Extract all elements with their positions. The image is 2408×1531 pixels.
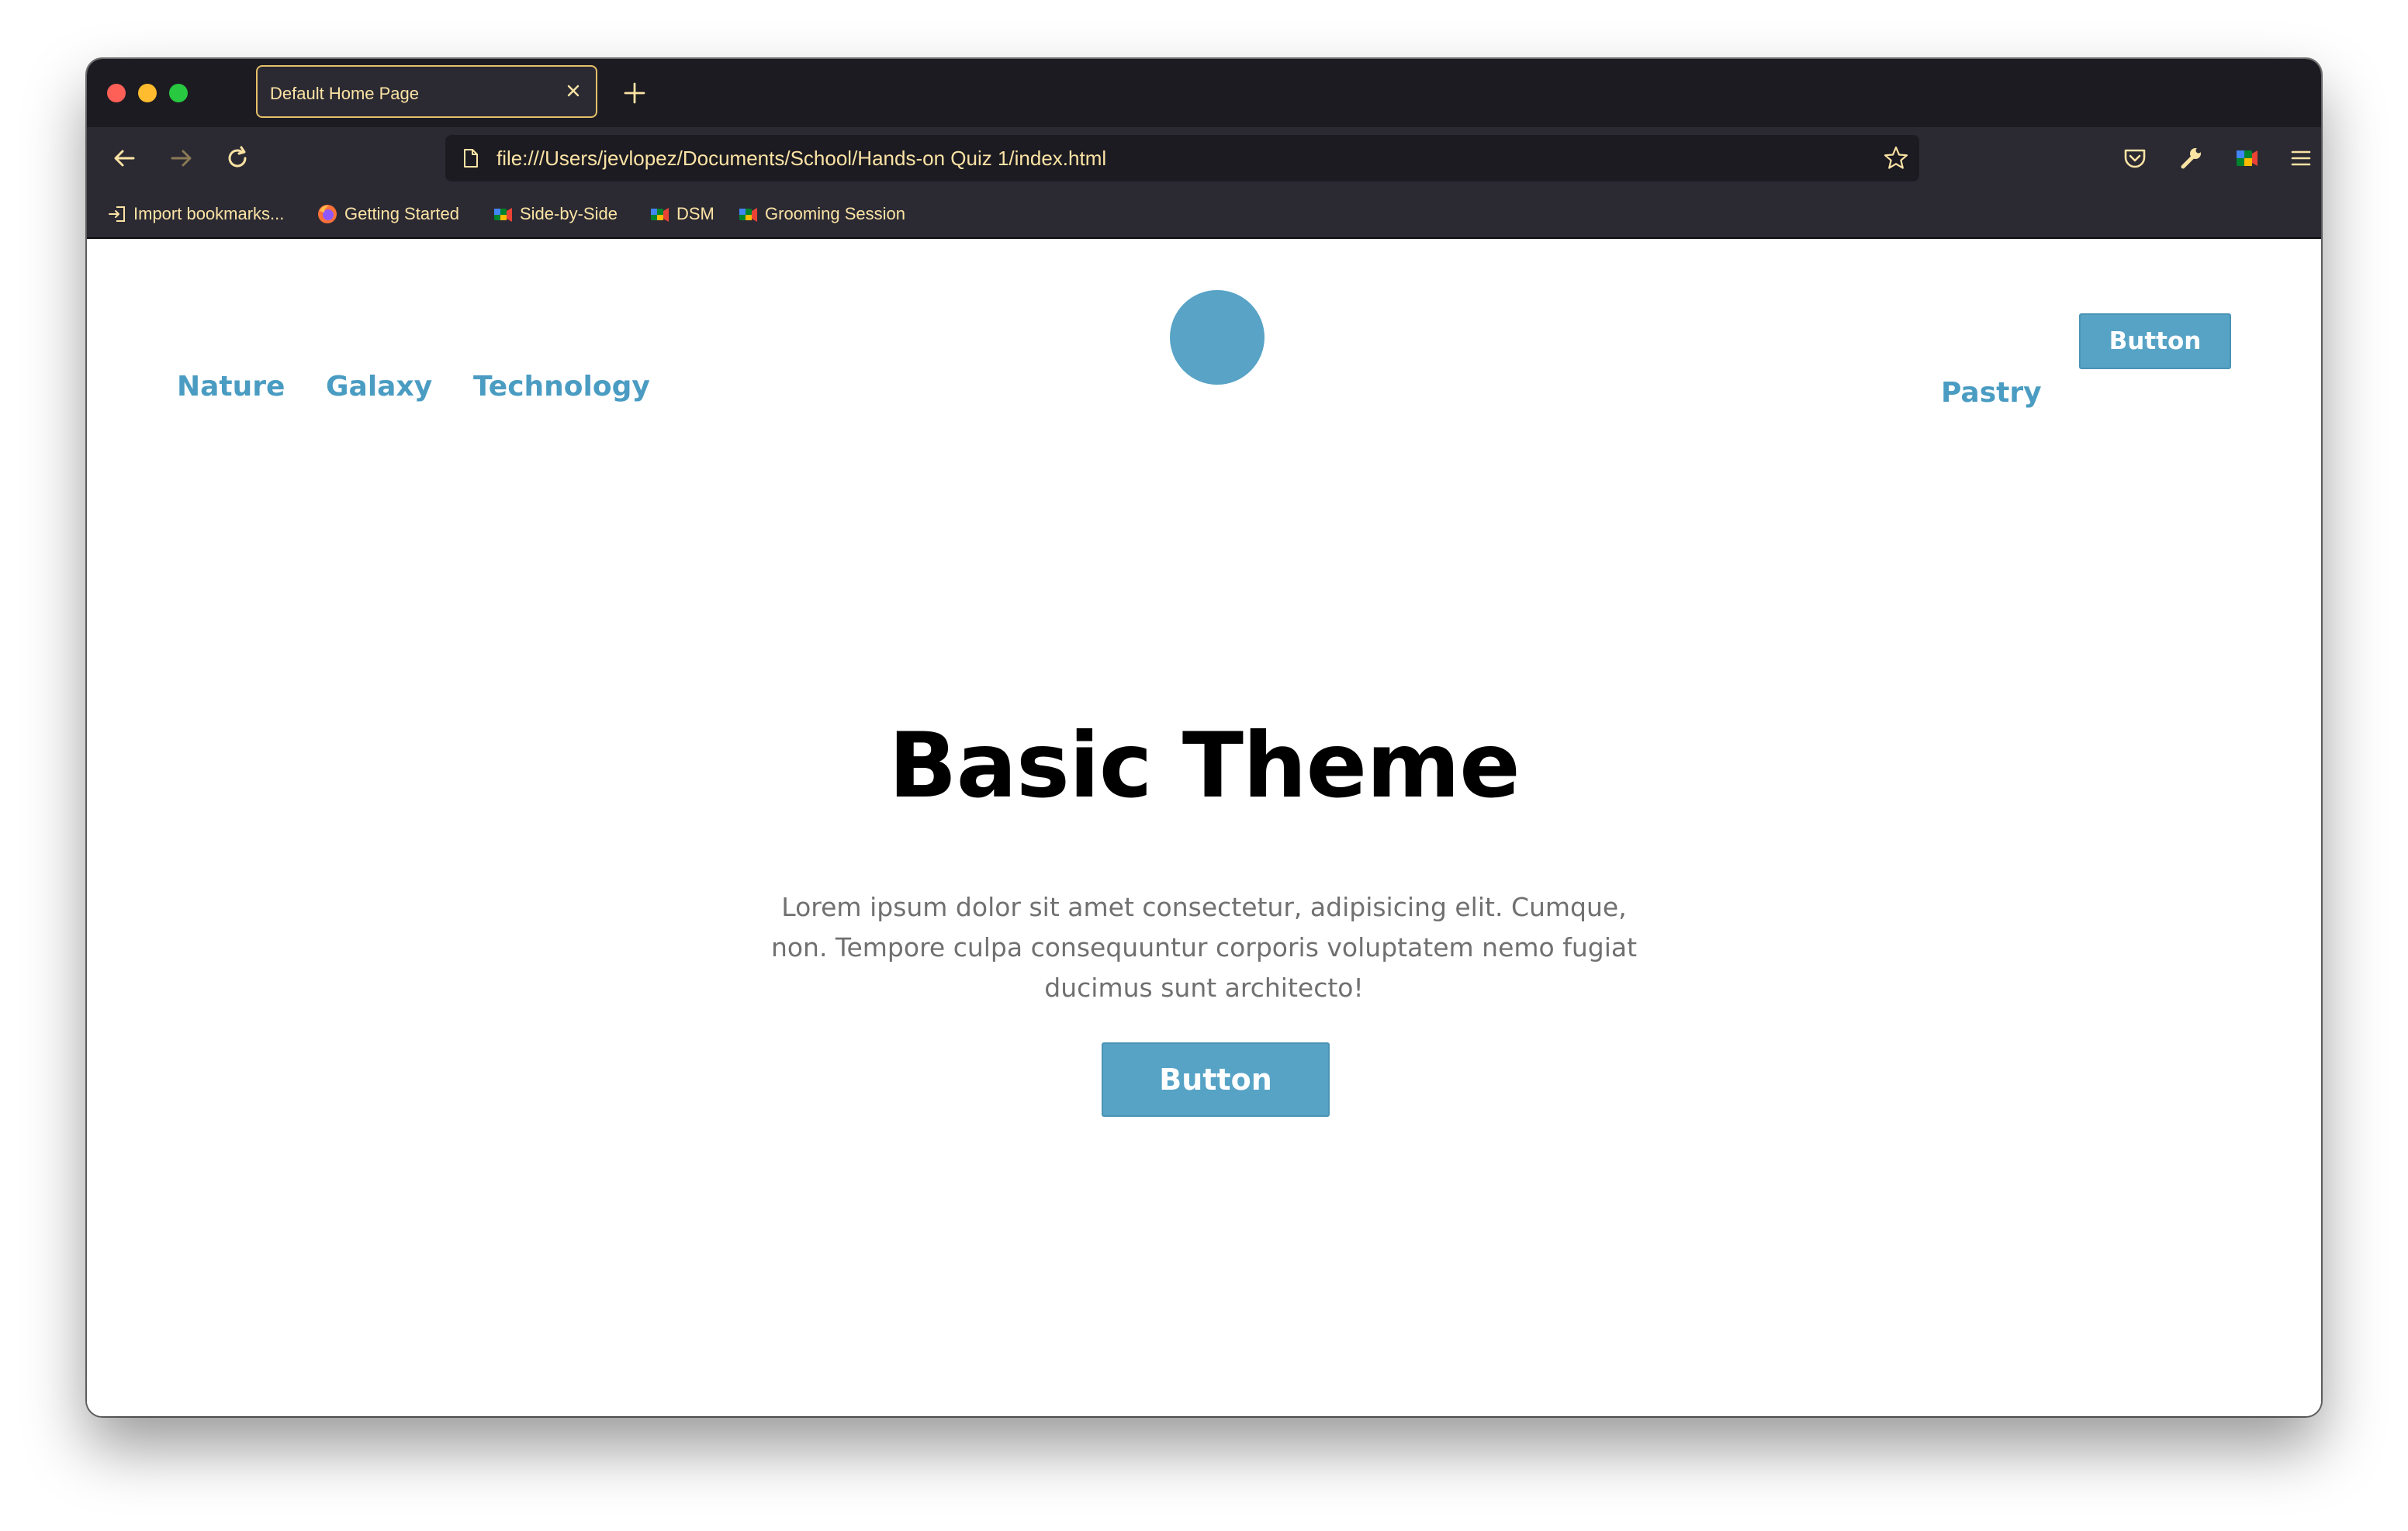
browser-window: Default Home Page file:///Users/jevlopez… [87,59,2321,1416]
bookmark-label: Grooming Session [765,204,905,223]
url-text[interactable]: file:///Users/jevlopez/Documents/School/… [496,147,1106,171]
logo-circle[interactable] [1170,290,1265,385]
bookmark-getting-started[interactable]: Getting Started [317,203,459,225]
bookmark-label: Import bookmarks... [133,204,285,223]
colorful-app-icon [494,208,512,222]
bookmark-label: DSM [676,204,714,223]
nav-link-nature[interactable]: Nature [177,371,285,403]
plus-icon[interactable] [618,76,652,110]
bookmark-dsm[interactable]: DSM [649,203,714,225]
close-window-button[interactable] [107,84,126,102]
navigation-toolbar: file:///Users/jevlopez/Documents/School/… [87,127,2321,189]
bookmark-grooming-session[interactable]: Grooming Session [737,203,905,225]
colorful-app-icon [651,208,669,222]
tab-strip: Default Home Page [87,59,2321,127]
hero-title: Basic Theme [888,714,1521,818]
url-bar[interactable]: file:///Users/jevlopez/Documents/School/… [445,135,1919,181]
colorful-app-icon [739,208,757,222]
extension-app-icon[interactable] [2230,141,2264,175]
forward-arrow-icon[interactable] [164,141,199,175]
minimize-window-button[interactable] [138,84,157,102]
close-icon[interactable] [562,79,585,102]
web-page: Nature Galaxy Technology Pastry Button B… [87,239,2321,1416]
reload-icon[interactable] [220,141,254,175]
tab-default-home-page[interactable]: Default Home Page [256,65,597,118]
screen: Default Home Page file:///Users/jevlopez… [0,0,2408,1531]
hamburger-menu-icon[interactable] [2284,141,2318,175]
page-icon [464,149,478,168]
maximize-window-button[interactable] [169,84,188,102]
nav-link-pastry[interactable]: Pastry [1941,377,2042,409]
nav-link-technology[interactable]: Technology [473,371,650,403]
bookmarks-bar: Import bookmarks... Getting Started Side… [87,189,2321,239]
bookmark-label: Getting Started [344,204,459,223]
header-button[interactable]: Button [2079,313,2231,369]
back-arrow-icon[interactable] [107,141,141,175]
bookmark-side-by-side[interactable]: Side-by-Side [492,203,618,225]
firefox-icon [318,205,337,223]
star-icon[interactable] [1882,144,1910,172]
bookmark-label: Side-by-Side [520,204,618,223]
hero-description: Lorem ipsum dolor sit amet consectetur, … [770,892,1638,1003]
tab-title: Default Home Page [270,84,419,103]
bookmark-import[interactable]: Import bookmarks... [107,203,284,225]
pocket-icon[interactable] [2118,141,2152,175]
wrench-icon[interactable] [2174,141,2208,175]
nav-link-galaxy[interactable]: Galaxy [326,371,432,403]
hero-button[interactable]: Button [1102,1042,1330,1117]
import-icon [109,206,125,222]
